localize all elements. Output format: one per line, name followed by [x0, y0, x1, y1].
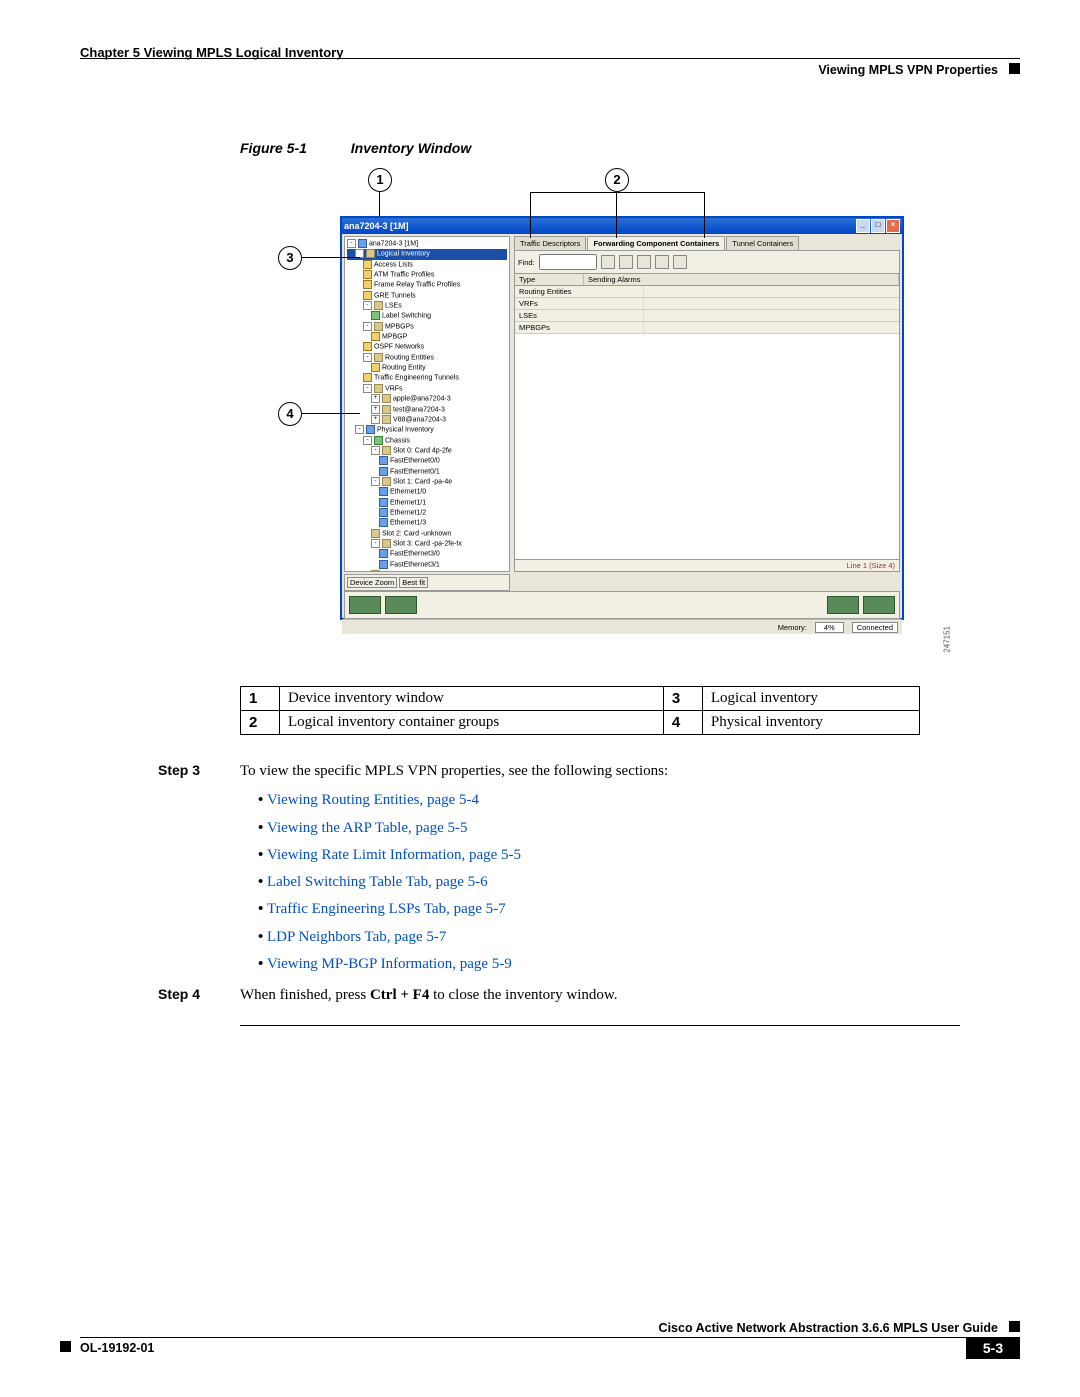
table-row: 2 Logical inventory container groups 4 P…	[241, 711, 920, 735]
footer-doc-id: OL-19192-01	[80, 1341, 154, 1355]
content-pane: Traffic Descriptors Forwarding Component…	[514, 236, 900, 572]
section-title: Viewing MPLS VPN Properties	[818, 63, 998, 77]
figure-area: 1 2 3 4 247151 ana7204-3 [1M] _ □ × -a	[230, 166, 930, 666]
tab-traffic-descriptors[interactable]: Traffic Descriptors	[514, 236, 586, 250]
footer-rule	[80, 1337, 1020, 1338]
maximize-icon[interactable]: □	[871, 219, 885, 233]
minimize-icon[interactable]: _	[856, 219, 870, 233]
physical-inventory-node[interactable]: Physical Inventory	[377, 427, 434, 434]
inventory-window: ana7204-3 [1M] _ □ × -ana7204-3 [1M] -Lo…	[340, 216, 904, 620]
columns-icon[interactable]	[655, 255, 669, 269]
footer-marker-icon	[1009, 1321, 1020, 1332]
line-info: Line 1 (Size 4)	[514, 560, 900, 572]
header-rule	[80, 58, 1020, 59]
callout-legend-table: 1 Device inventory window 3 Logical inve…	[240, 686, 920, 735]
memory-label: Memory:	[778, 623, 807, 632]
device-chip-icon	[863, 596, 895, 614]
step-4-label: Step 4	[158, 984, 240, 1007]
best-fit-button[interactable]: Best fit	[399, 577, 428, 588]
col-sending-alarms[interactable]: Sending Alarms	[584, 274, 899, 285]
connection-status: Connected	[852, 622, 898, 633]
link-routing-entities[interactable]: Viewing Routing Entities, page 5-4	[267, 792, 479, 808]
device-chip-icon	[349, 596, 381, 614]
page-header: Chapter 5 Viewing MPLS Logical Inventory…	[60, 30, 1020, 80]
status-bar: Memory: 4% Connected	[342, 619, 902, 634]
link-label-switching[interactable]: Label Switching Table Tab, page 5-6	[267, 874, 488, 890]
memory-value: 4%	[815, 622, 844, 633]
export-icon[interactable]	[673, 255, 687, 269]
window-titlebar[interactable]: ana7204-3 [1M] _ □ ×	[342, 218, 902, 234]
page-footer: Cisco Active Network Abstraction 3.6.6 M…	[60, 1327, 1020, 1367]
page-number: 5-3	[966, 1337, 1020, 1359]
search-icon[interactable]	[601, 255, 615, 269]
table-row: 1 Device inventory window 3 Logical inve…	[241, 687, 920, 711]
link-rate-limit[interactable]: Viewing Rate Limit Information, page 5-5	[267, 847, 521, 863]
tab-forwarding-containers[interactable]: Forwarding Component Containers	[587, 236, 725, 250]
step-3-label: Step 3	[158, 760, 240, 982]
filter-icon[interactable]	[637, 255, 651, 269]
callout-1: 1	[368, 168, 392, 192]
window-title: ana7204-3 [1M]	[344, 221, 409, 231]
step-3-text: To view the specific MPLS VPN properties…	[240, 763, 668, 779]
device-zoom-button[interactable]: Device Zoom	[347, 577, 397, 588]
figure-label: Figure 5-1	[240, 140, 307, 156]
section-end-rule	[240, 1025, 960, 1026]
figure-caption: Figure 5-1 Inventory Window	[240, 140, 1020, 156]
steps: Step 3 To view the specific MPLS VPN pro…	[158, 760, 948, 1007]
logical-inventory-node[interactable]: Logical Inventory	[377, 251, 430, 258]
step-4-text: When finished, press Ctrl + F4 to close …	[240, 984, 948, 1007]
tab-tunnel-containers[interactable]: Tunnel Containers	[726, 236, 799, 250]
link-ldp-neighbors[interactable]: LDP Neighbors Tab, page 5-7	[267, 929, 446, 945]
callout-2: 2	[605, 168, 629, 192]
figure-ref-number: 247151	[943, 626, 952, 653]
header-marker-icon	[1009, 63, 1020, 74]
toolbar: Find:	[514, 250, 900, 274]
grid-area[interactable]: Type Sending Alarms Routing Entities VRF…	[514, 274, 900, 560]
sort-icon[interactable]	[619, 255, 633, 269]
link-arp-table[interactable]: Viewing the ARP Table, page 5-5	[267, 820, 468, 836]
device-chip-icon	[827, 596, 859, 614]
tab-bar: Traffic Descriptors Forwarding Component…	[514, 236, 900, 250]
close-icon[interactable]: ×	[886, 219, 900, 233]
find-label: Find:	[518, 258, 535, 267]
device-view-panel[interactable]	[344, 591, 900, 619]
callout-4: 4	[278, 402, 302, 426]
find-input[interactable]	[539, 254, 597, 270]
callout-3: 3	[278, 246, 302, 270]
footer-left-marker-icon	[60, 1341, 71, 1352]
device-chip-icon	[385, 596, 417, 614]
tree-pane[interactable]: -ana7204-3 [1M] -Logical Inventory Acces…	[344, 236, 510, 572]
footer-doc-title: Cisco Active Network Abstraction 3.6.6 M…	[659, 1321, 998, 1335]
link-traffic-eng-lsps[interactable]: Traffic Engineering LSPs Tab, page 5-7	[267, 901, 506, 917]
col-type[interactable]: Type	[515, 274, 584, 285]
figure-title: Inventory Window	[351, 140, 471, 156]
link-mpbgp-info[interactable]: Viewing MP-BGP Information, page 5-9	[267, 956, 512, 972]
